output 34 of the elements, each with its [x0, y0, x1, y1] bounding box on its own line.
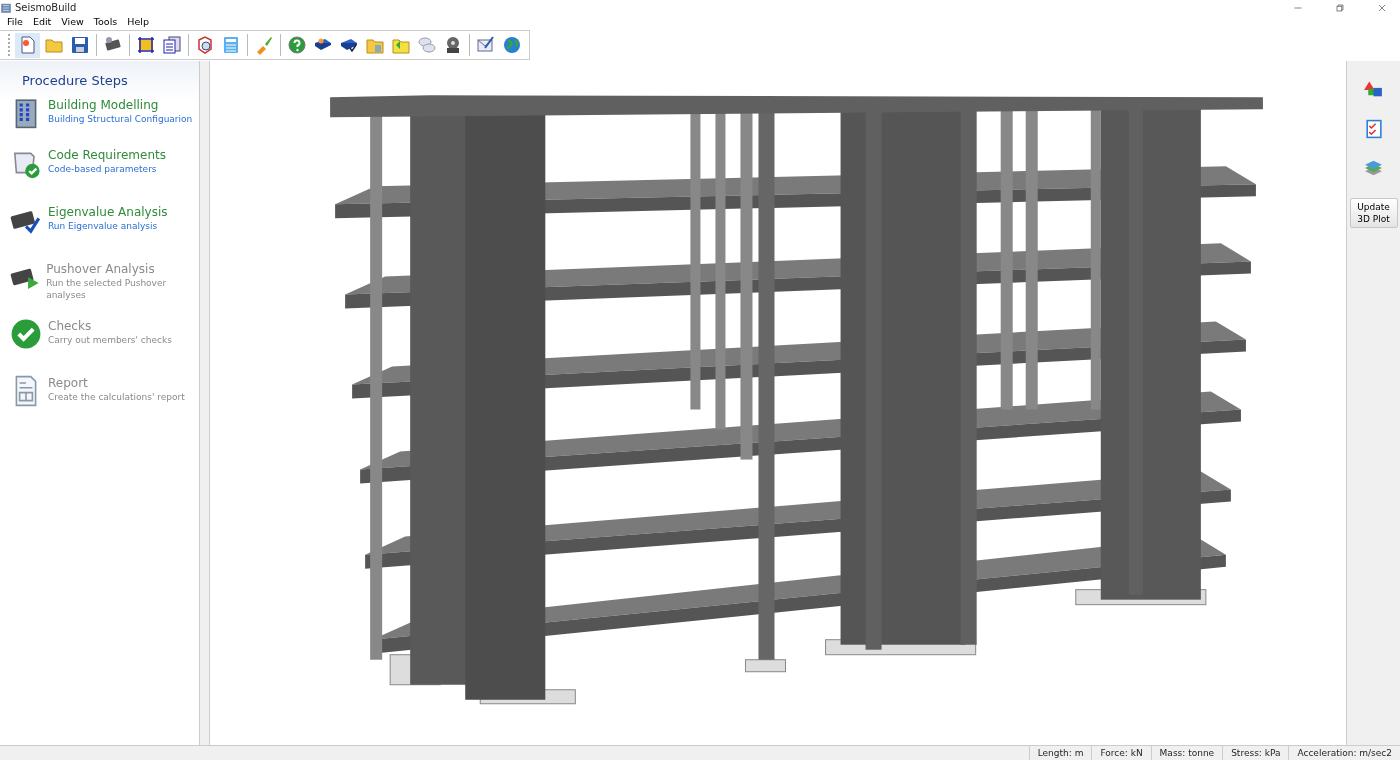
- step-title[interactable]: Building Modelling: [48, 97, 193, 113]
- step-description: Building Structural Configuarion: [48, 113, 193, 125]
- app-logo-icon: [0, 1, 12, 14]
- status-text: Force: kN: [1091, 746, 1151, 760]
- help-icon: [286, 35, 307, 55]
- menu-item[interactable]: View: [56, 15, 89, 29]
- globe-icon: [501, 35, 522, 55]
- status-text: Stress: kPa: [1222, 746, 1289, 760]
- check-circle-icon: [10, 318, 42, 350]
- menu-item[interactable]: Help: [122, 15, 154, 29]
- step-title[interactable]: Report: [48, 375, 185, 391]
- envelope-pen-icon: [475, 35, 496, 55]
- step-description: Run the selected Pushover analyses: [46, 277, 168, 301]
- step-title[interactable]: Code Requirements: [48, 147, 166, 163]
- update-plot-button[interactable]: Update 3D Plot: [1349, 198, 1398, 228]
- menu-item[interactable]: File: [2, 15, 28, 29]
- documents-icon: [161, 35, 182, 55]
- step-description: Carry out members' checks: [48, 334, 172, 346]
- status-text: Mass: tonne: [1150, 746, 1223, 760]
- step-description: Run Eigenvalue analysis: [48, 220, 159, 232]
- step-title[interactable]: Pushover Analysis: [46, 261, 199, 277]
- step-title[interactable]: Eigenvalue Analysis: [48, 204, 168, 220]
- menu-item[interactable]: Tools: [88, 15, 123, 29]
- status-text: Acceleration: m/sec2: [1288, 746, 1400, 760]
- frame-icon: [135, 35, 156, 55]
- panel-title: Procedure Steps: [21, 72, 129, 90]
- menu-item[interactable]: Edit: [27, 15, 57, 29]
- restore-icon: [1334, 1, 1346, 14]
- status-text: Length: m: [1028, 746, 1092, 760]
- step-title[interactable]: Checks: [48, 318, 172, 334]
- step-description: Code-based parameters: [48, 163, 158, 175]
- window-title: SeismoBuild: [15, 1, 77, 15]
- speech-bubbles-icon: [416, 35, 437, 55]
- step-description: Create the calculations' report: [48, 391, 185, 403]
